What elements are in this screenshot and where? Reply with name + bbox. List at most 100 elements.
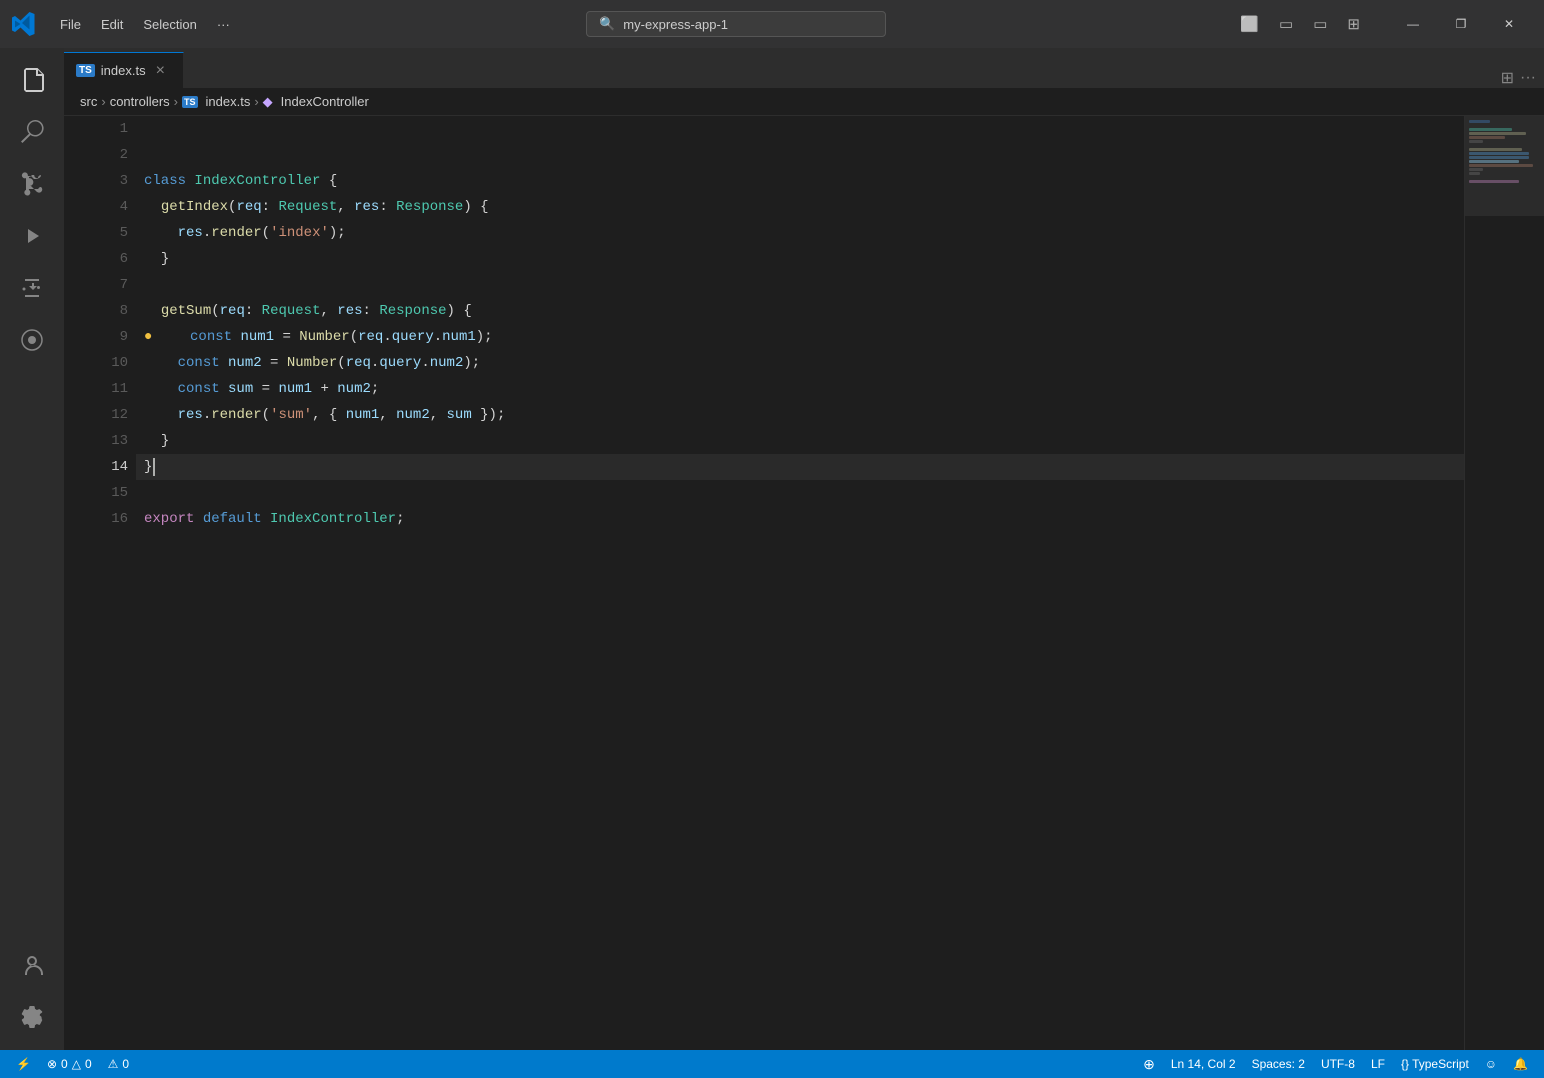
line-num-9: 9	[72, 324, 128, 350]
line-num-3: 3	[72, 168, 128, 194]
status-encoding[interactable]: UTF-8	[1313, 1050, 1363, 1078]
breadcrumb-class[interactable]: IndexController	[281, 94, 369, 109]
line-num-6: 6	[72, 246, 128, 272]
code-line-15	[136, 480, 1464, 506]
breadcrumb-sep-3: ›	[254, 94, 258, 109]
minimize-button[interactable]: —	[1390, 8, 1436, 40]
status-notifications[interactable]: 🔔	[1505, 1050, 1536, 1078]
tab-close-button[interactable]: ×	[156, 62, 165, 80]
line-num-14: 14	[72, 454, 128, 480]
zoom-icon: ⊕	[1143, 1056, 1155, 1073]
code-line-7	[136, 272, 1464, 298]
code-line-6: }	[136, 246, 1464, 272]
split-editor-tab-icon[interactable]: ⊞	[1501, 68, 1514, 88]
menu-selection[interactable]: Selection	[135, 13, 204, 36]
activity-settings[interactable]	[8, 994, 56, 1042]
customize-layout-icon[interactable]: ⊞	[1341, 13, 1366, 35]
activity-remote[interactable]	[8, 316, 56, 364]
code-line-16: export default IndexController;	[136, 506, 1464, 532]
activity-accounts[interactable]	[8, 942, 56, 990]
menu-edit[interactable]: Edit	[93, 13, 131, 36]
status-position[interactable]: Ln 14, Col 2	[1163, 1050, 1244, 1078]
activity-run-debug[interactable]	[8, 212, 56, 260]
code-editor[interactable]: 1 2 3 4 5 6 7 8 9 10 11 12 13 14 15 16	[64, 116, 1544, 1050]
line-num-8: 8	[72, 298, 128, 324]
line-num-2: 2	[72, 142, 128, 168]
breadcrumb-file[interactable]: index.ts	[206, 94, 251, 109]
activity-files[interactable]	[8, 56, 56, 104]
status-language[interactable]: {} TypeScript	[1393, 1050, 1477, 1078]
code-line-2	[136, 142, 1464, 168]
status-feedback[interactable]: ☺	[1477, 1050, 1505, 1078]
activity-bottom	[8, 942, 56, 1042]
line-num-15: 15	[72, 480, 128, 506]
status-line-ending[interactable]: LF	[1363, 1050, 1393, 1078]
line-num-4: 4	[72, 194, 128, 220]
close-button[interactable]: ✕	[1486, 8, 1532, 40]
code-line-8: getSum(req: Request, res: Response) {	[136, 298, 1464, 324]
breadcrumb-src[interactable]: src	[80, 94, 97, 109]
line-num-7: 7	[72, 272, 128, 298]
status-remote[interactable]: ⚡	[8, 1050, 39, 1078]
search-area: 🔍 my-express-app-1	[254, 11, 1219, 37]
status-position-text: Ln 14, Col 2	[1171, 1057, 1236, 1071]
code-line-14: }	[136, 454, 1464, 480]
title-bar: File Edit Selection ··· 🔍 my-express-app…	[0, 0, 1544, 48]
tab-index-ts[interactable]: TS index.ts ×	[64, 52, 184, 88]
status-spaces-text: Spaces: 2	[1252, 1057, 1305, 1071]
split-editor-icon[interactable]: ⬜	[1234, 13, 1265, 35]
status-line-ending-text: LF	[1371, 1057, 1385, 1071]
toggle-sidebar-icon[interactable]: ▭	[1273, 13, 1299, 35]
breadcrumb-ts-badge: TS	[182, 96, 198, 108]
code-line-10: const num2 = Number(req.query.num2);	[136, 350, 1464, 376]
status-feedback-icon: ☺	[1485, 1057, 1497, 1071]
menu-bar: File Edit Selection ···	[52, 13, 238, 36]
code-line-3: class IndexController {	[136, 168, 1464, 194]
status-no-problems[interactable]: ⚠ 0	[100, 1050, 137, 1078]
window-controls: — ❐ ✕	[1390, 8, 1532, 40]
breadcrumb: src › controllers › TS index.ts › ◆ Inde…	[64, 88, 1544, 116]
code-line-1	[136, 116, 1464, 142]
status-errors[interactable]: ⊗ 0 △ 0	[39, 1050, 100, 1078]
line-num-10: 10	[72, 350, 128, 376]
code-line-12: res.render('sum', { num1, num2, sum });	[136, 402, 1464, 428]
code-content[interactable]: class IndexController { getIndex(req: Re…	[136, 116, 1464, 1050]
breadcrumb-class-icon: ◆	[263, 94, 273, 110]
tab-bar-actions: ⊞ ···	[1493, 68, 1544, 88]
breadcrumb-controllers[interactable]: controllers	[110, 94, 170, 109]
search-magnifier-icon: 🔍	[599, 16, 615, 32]
status-remote-icon: ⚡	[16, 1057, 31, 1071]
status-bar: ⚡ ⊗ 0 △ 0 ⚠ 0 ⊕ Ln 14, Col 2 Spaces: 2 U…	[0, 1050, 1544, 1078]
status-zoom[interactable]: ⊕	[1135, 1050, 1163, 1078]
code-line-9: ● const num1 = Number(req.query.num1);	[136, 324, 1464, 350]
vscode-logo	[12, 12, 36, 36]
activity-source-control[interactable]	[8, 160, 56, 208]
command-search[interactable]: 🔍 my-express-app-1	[586, 11, 886, 37]
editor-area: TS index.ts × ⊞ ··· src › controllers › …	[64, 48, 1544, 1050]
status-error-icon: ⊗	[47, 1057, 57, 1071]
status-spaces[interactable]: Spaces: 2	[1244, 1050, 1313, 1078]
tab-ts-badge: TS	[76, 64, 95, 77]
line-num-13: 13	[72, 428, 128, 454]
tab-bar: TS index.ts × ⊞ ···	[64, 48, 1544, 88]
main-layout: TS index.ts × ⊞ ··· src › controllers › …	[0, 48, 1544, 1050]
status-no-problems-icon: ⚠	[108, 1057, 119, 1071]
code-line-13: }	[136, 428, 1464, 454]
panel-icon[interactable]: ▭	[1307, 13, 1333, 35]
minimap	[1464, 116, 1544, 1050]
line-num-12: 12	[72, 402, 128, 428]
breadcrumb-sep-1: ›	[101, 94, 105, 109]
line-num-16: 16	[72, 506, 128, 532]
status-bell-icon: 🔔	[1513, 1057, 1528, 1071]
line-numbers: 1 2 3 4 5 6 7 8 9 10 11 12 13 14 15 16	[64, 116, 136, 1050]
tab-filename: index.ts	[101, 63, 146, 78]
search-text: my-express-app-1	[623, 17, 728, 32]
menu-more[interactable]: ···	[209, 13, 238, 36]
code-line-11: const sum = num1 + num2;	[136, 376, 1464, 402]
status-language-text: {} TypeScript	[1401, 1057, 1469, 1071]
more-tab-actions-icon[interactable]: ···	[1520, 69, 1536, 87]
activity-search[interactable]	[8, 108, 56, 156]
activity-extensions[interactable]	[8, 264, 56, 312]
menu-file[interactable]: File	[52, 13, 89, 36]
maximize-button[interactable]: ❐	[1438, 8, 1484, 40]
